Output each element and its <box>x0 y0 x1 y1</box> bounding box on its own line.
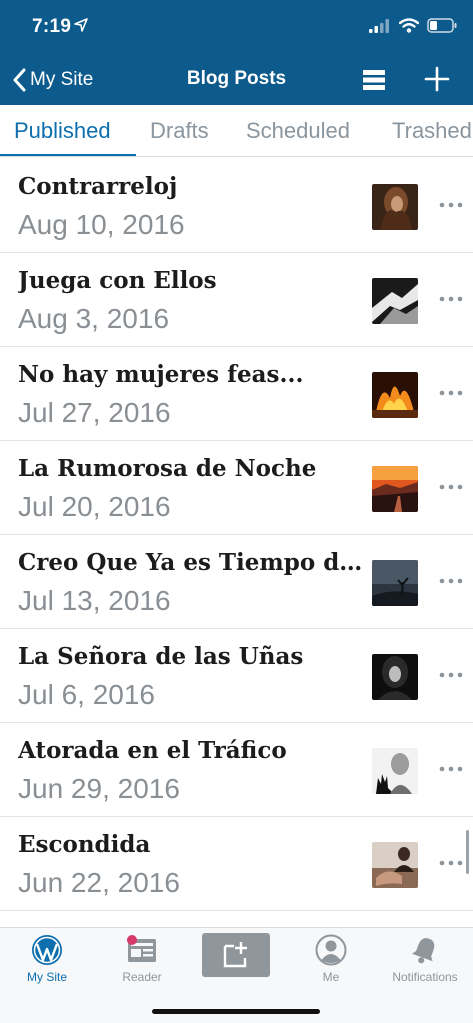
more-horizontal-icon[interactable] <box>437 289 465 309</box>
post-title: La Señora de las Uñas <box>18 643 304 670</box>
tab-new-post[interactable] <box>191 932 281 978</box>
post-date: Aug 10, 2016 <box>18 209 185 240</box>
cellular-signal-icon <box>369 18 389 33</box>
status-bar: 7:19 <box>0 0 473 56</box>
post-title: No hay mujeres feas... <box>18 361 304 388</box>
tab-my-site-label: My Site <box>26 970 67 984</box>
post-title: Escondida <box>18 831 151 858</box>
tab-published[interactable]: Published <box>14 118 111 144</box>
post-title: Juega con Ellos <box>18 267 217 294</box>
more-horizontal-icon[interactable] <box>437 477 465 497</box>
post-title: Contrarreloj <box>18 173 178 200</box>
tab-trashed[interactable]: Trashed <box>392 118 472 144</box>
location-arrow-icon <box>74 18 88 32</box>
post-thumbnail <box>372 372 418 418</box>
post-title: Atorada en el Tráfico <box>18 737 287 764</box>
post-row[interactable]: Escondida Jun 22, 2016 <box>0 817 473 911</box>
tab-me-label: Me <box>322 970 340 984</box>
navigation-bar: My Site Blog Posts <box>0 56 473 105</box>
more-horizontal-icon[interactable] <box>437 571 465 591</box>
post-thumbnail <box>372 654 418 700</box>
scrollbar[interactable] <box>466 830 469 874</box>
more-horizontal-icon[interactable] <box>437 759 465 779</box>
tab-drafts[interactable]: Drafts <box>150 118 209 144</box>
post-thumbnail <box>372 278 418 324</box>
post-date: Jul 13, 2016 <box>18 585 171 616</box>
post-row[interactable]: La Rumorosa de Noche Jul 20, 2016 <box>0 441 473 535</box>
post-row-partial[interactable] <box>0 911 473 927</box>
status-time: 7:19 <box>32 16 72 37</box>
tab-scheduled[interactable]: Scheduled <box>246 118 350 144</box>
tab-me[interactable]: Me <box>286 934 376 984</box>
more-horizontal-icon[interactable] <box>437 195 465 215</box>
post-thumbnail <box>372 560 418 606</box>
tab-notifications[interactable]: Notifications <box>380 934 470 984</box>
post-row[interactable]: Atorada en el Tráfico Jun 29, 2016 <box>0 723 473 817</box>
post-thumbnail <box>372 842 418 888</box>
post-date: Aug 3, 2016 <box>18 303 170 334</box>
more-horizontal-icon[interactable] <box>437 383 465 403</box>
post-thumbnail <box>372 466 418 512</box>
post-row[interactable]: La Señora de las Uñas Jul 6, 2016 <box>0 629 473 723</box>
wifi-icon <box>399 18 419 33</box>
post-date: Jul 27, 2016 <box>18 397 171 428</box>
post-row[interactable]: Juega con Ellos Aug 3, 2016 <box>0 253 473 347</box>
list-view-icon[interactable] <box>362 69 386 91</box>
post-list: Contrarreloj Aug 10, 2016 Juega con Ello… <box>0 159 473 927</box>
post-filter-tabs: Published Drafts Scheduled Trashed <box>0 105 473 157</box>
post-row[interactable]: No hay mujeres feas... Jul 27, 2016 <box>0 347 473 441</box>
tab-reader-label: Reader <box>122 970 162 984</box>
home-indicator <box>152 1009 320 1014</box>
tab-notifications-label: Notifications <box>392 970 458 984</box>
battery-icon <box>427 18 457 33</box>
post-title: La Rumorosa de Noche <box>18 455 317 482</box>
post-date: Jun 22, 2016 <box>18 867 180 898</box>
active-tab-indicator <box>0 154 136 156</box>
wordpress-icon <box>32 935 62 965</box>
post-title: Creo Que Ya es Tiempo de Crecer <box>18 549 370 576</box>
post-date: Jul 6, 2016 <box>18 679 155 710</box>
status-indicators <box>369 18 457 33</box>
reader-icon <box>127 935 156 962</box>
post-date: Jun 29, 2016 <box>18 773 180 804</box>
more-horizontal-icon[interactable] <box>437 665 465 685</box>
tab-reader[interactable]: Reader <box>97 934 187 984</box>
post-row[interactable]: Creo Que Ya es Tiempo de Crecer Jul 13, … <box>0 535 473 629</box>
person-icon <box>315 934 347 966</box>
plus-icon[interactable] <box>424 66 450 92</box>
post-date: Jul 20, 2016 <box>18 491 171 522</box>
post-thumbnail <box>372 748 418 794</box>
bell-icon <box>411 938 435 964</box>
tab-my-site[interactable]: My Site <box>2 934 92 984</box>
post-thumbnail <box>372 184 418 230</box>
post-row[interactable]: Contrarreloj Aug 10, 2016 <box>0 159 473 253</box>
new-post-icon <box>202 933 270 977</box>
more-horizontal-icon[interactable] <box>437 853 465 873</box>
page-title: Blog Posts <box>186 68 287 89</box>
